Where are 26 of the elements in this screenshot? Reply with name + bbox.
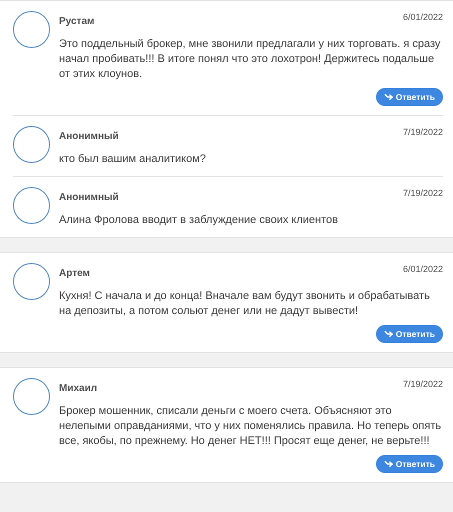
reply-arrow-icon: [384, 330, 393, 338]
comment-text: Это поддельный брокер, мне звонили предлагали у них торговать. я сразу начал пробивать!!! В итоге понял что это лохотрон! Держитесь подальше от этих клоунов.: [59, 37, 442, 82]
comment-text: Алина Фролова вводит в заблуждение своих клиентов: [59, 213, 339, 228]
comment-author: Артем: [59, 268, 90, 279]
comment-date: 7/19/2022: [402, 127, 443, 137]
comment-author: Михаил: [59, 383, 98, 394]
reply-button[interactable]: Ответить: [376, 88, 443, 106]
avatar-icon: [13, 126, 50, 163]
avatar-icon: [13, 378, 50, 415]
comment-author: Анонимный: [59, 131, 119, 142]
comment-text: Брокер мошенник, списали деньги с моего счета. Объясняют это нелепыми оправданиями, что у них поменялись правила. Но теперь опять все, якобы, по прежнему. Но денег НЕТ!!! Просят еще денег, не верьте!!!: [59, 404, 442, 449]
comment-author: Анонимный: [59, 192, 119, 203]
reply-arrow-icon: [384, 460, 393, 468]
avatar-icon: [13, 263, 50, 300]
comment-date: 7/19/2022: [402, 188, 443, 198]
comment-date: 7/19/2022: [402, 379, 443, 389]
comment-text: Кухня! С начала и до конца! Вначале вам будут звонить и обрабатывать на депозиты, а потом сольют денег или не дадут вывести!: [59, 289, 431, 319]
reply-button[interactable]: Ответить: [376, 455, 443, 473]
avatar-icon: [13, 187, 50, 224]
comment-text: кто был вашим аналитиком?: [59, 152, 207, 167]
reply-button[interactable]: Ответить: [376, 325, 443, 343]
comment-date: 6/01/2022: [402, 12, 443, 22]
comment-date: 6/01/2022: [402, 264, 443, 274]
avatar-icon: [13, 11, 50, 48]
reply-arrow-icon: [384, 93, 393, 101]
comment-author: Рустам: [59, 16, 94, 27]
